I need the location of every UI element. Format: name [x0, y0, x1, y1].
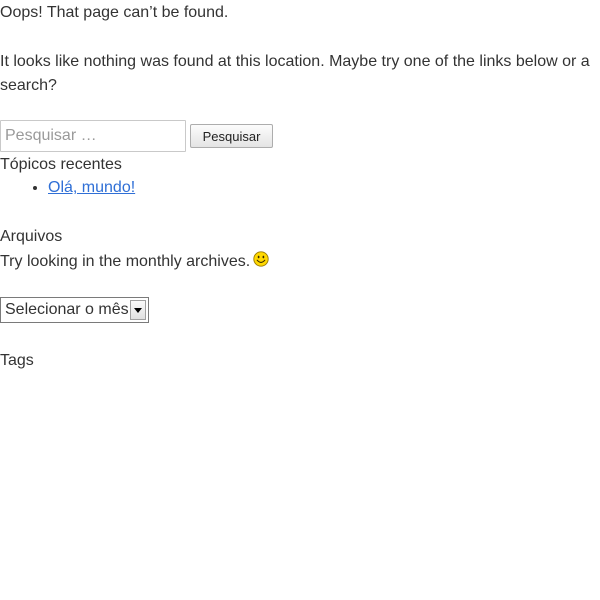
archives-hint: Try looking in the monthly archives.: [0, 251, 269, 273]
search-input[interactable]: [0, 120, 186, 152]
tags-heading: Tags: [0, 352, 34, 369]
search-button[interactable]: Pesquisar: [190, 124, 273, 148]
list-item: Olá, mundo!: [48, 178, 135, 198]
month-select[interactable]: Selecionar o mês: [0, 297, 149, 323]
recent-posts-heading: Tópicos recentes: [0, 156, 122, 173]
not-found-message: It looks like nothing was found at this …: [0, 53, 590, 94]
chevron-down-icon[interactable]: [130, 300, 146, 320]
recent-post-link[interactable]: Olá, mundo!: [48, 179, 135, 196]
archives-heading: Arquivos: [0, 228, 63, 245]
recent-posts-list: Olá, mundo!: [0, 178, 135, 198]
page-title: Oops! That page can’t be found.: [0, 4, 229, 21]
month-select-value: Selecionar o mês: [5, 301, 129, 318]
smiley-face-icon: [253, 251, 269, 273]
archives-hint-text: Try looking in the monthly archives.: [0, 253, 251, 270]
